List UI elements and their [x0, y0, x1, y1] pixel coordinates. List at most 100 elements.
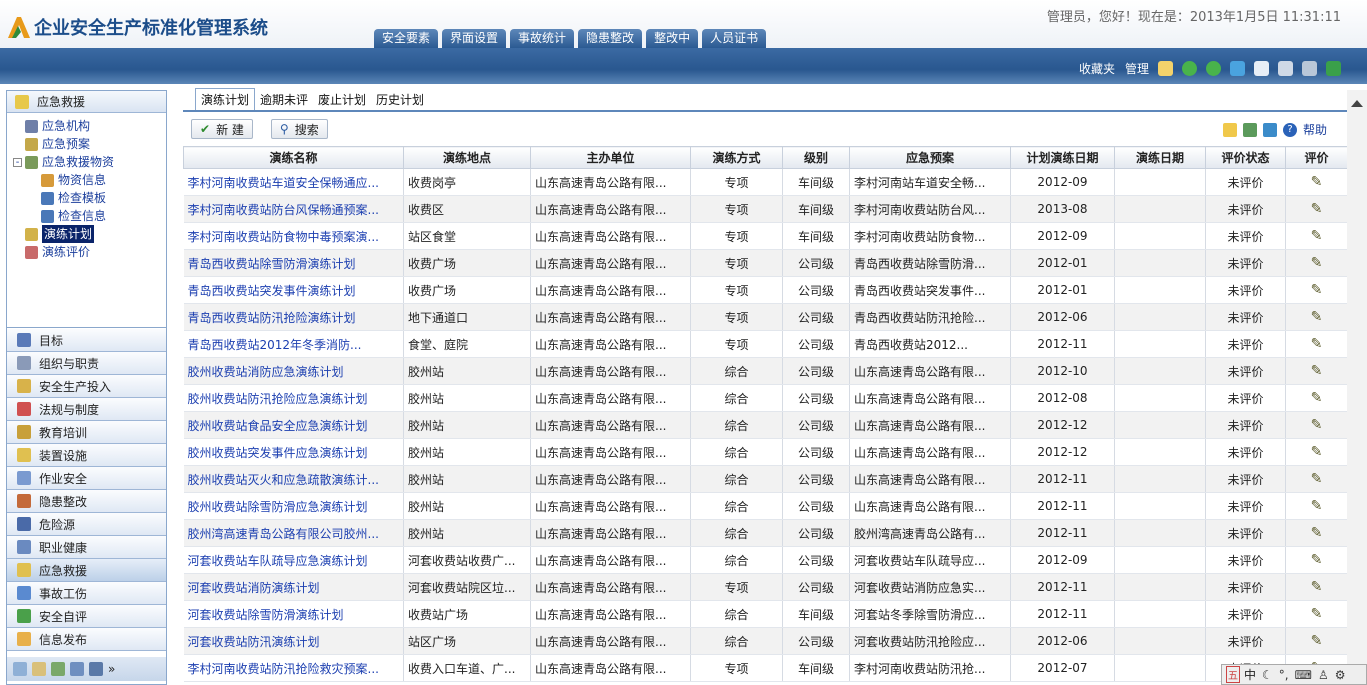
evaluate-icon[interactable]: ✎ [1311, 336, 1323, 352]
tree-item[interactable]: 检查信息 [7, 207, 166, 225]
evaluate-icon[interactable]: ✎ [1311, 174, 1323, 190]
favorites-link[interactable]: 收藏夹 [1079, 60, 1115, 77]
top-tab[interactable]: 安全要素 [374, 29, 439, 48]
more-icon[interactable]: » [108, 662, 115, 676]
column-header[interactable]: 演练名称 [183, 146, 404, 169]
tree-item[interactable]: 应急机构 [7, 117, 166, 135]
book-icon[interactable] [89, 662, 103, 676]
column-header[interactable]: 计划演练日期 [1010, 146, 1115, 169]
drill-name-link[interactable]: 胶州收费站灭火和应急疏散演练计... [183, 465, 404, 493]
evaluate-icon[interactable]: ✎ [1311, 255, 1323, 271]
tools-icon[interactable] [1302, 61, 1317, 76]
home-icon[interactable] [1158, 61, 1173, 76]
menu-item[interactable]: 组织与职责 [7, 352, 166, 375]
menu-item[interactable]: 职业健康 [7, 536, 166, 559]
drill-name-link[interactable]: 李村河南收费站车道安全保畅通应... [183, 168, 404, 196]
export-icon[interactable] [1242, 122, 1257, 137]
back-icon[interactable] [1182, 61, 1197, 76]
menu-item[interactable]: 应急救援 [7, 559, 166, 582]
drill-name-link[interactable]: 胶州收费站突发事件应急演练计划 [183, 438, 404, 466]
drill-name-link[interactable]: 胶州湾高速青岛公路有限公司胶州... [183, 519, 404, 547]
drill-name-link[interactable]: 河套收费站防汛演练计划 [183, 627, 404, 655]
top-tab[interactable]: 界面设置 [442, 29, 507, 48]
evaluate-icon[interactable]: ✎ [1311, 309, 1323, 325]
ime-punct-icon[interactable]: °, [1279, 668, 1289, 682]
menu-item[interactable]: 隐患整改 [7, 490, 166, 513]
menu-item[interactable]: 安全生产投入 [7, 375, 166, 398]
ime-toolbar[interactable]: 五 中 ☾ °, ⌨ ♙ ⚙ [1221, 664, 1367, 685]
menu-item[interactable]: 目标 [7, 329, 166, 352]
search-icon[interactable] [13, 662, 27, 676]
sub-tab[interactable]: 废止计划 [313, 90, 371, 110]
evaluate-icon[interactable]: ✎ [1311, 363, 1323, 379]
column-header[interactable]: 主办单位 [530, 146, 691, 169]
evaluate-icon[interactable]: ✎ [1311, 525, 1323, 541]
grid-icon[interactable] [51, 662, 65, 676]
menu-item[interactable]: 事故工伤 [7, 582, 166, 605]
column-header[interactable]: 评价状态 [1205, 146, 1286, 169]
menu-item[interactable]: 装置设施 [7, 444, 166, 467]
drill-name-link[interactable]: 李村河南收费站防食物中毒预案演... [183, 222, 404, 250]
ime-mode[interactable]: 中 [1244, 666, 1256, 683]
manage-link[interactable]: 管理 [1125, 60, 1149, 77]
drill-name-link[interactable]: 河套收费站消防演练计划 [183, 573, 404, 601]
menu-item[interactable]: 信息发布 [7, 628, 166, 651]
scroll-up-icon[interactable] [1351, 100, 1363, 107]
tree-item[interactable]: 演练评价 [7, 243, 166, 261]
drill-name-link[interactable]: 河套收费站除雪防滑演练计划 [183, 600, 404, 628]
column-header[interactable]: 应急预案 [849, 146, 1011, 169]
drill-name-link[interactable]: 胶州收费站食品安全应急演练计划 [183, 411, 404, 439]
evaluate-icon[interactable]: ✎ [1311, 228, 1323, 244]
image-icon[interactable] [1262, 122, 1277, 137]
sub-tab[interactable]: 历史计划 [371, 90, 429, 110]
evaluate-icon[interactable]: ✎ [1311, 633, 1323, 649]
drill-name-link[interactable]: 李村河南收费站防汛抢险救灾预案... [183, 654, 404, 682]
drill-name-link[interactable]: 胶州收费站消防应急演练计划 [183, 357, 404, 385]
user-icon[interactable] [1278, 61, 1293, 76]
folder-icon[interactable] [32, 662, 46, 676]
evaluate-icon[interactable]: ✎ [1311, 606, 1323, 622]
evaluate-icon[interactable]: ✎ [1311, 417, 1323, 433]
ime-user-icon[interactable]: ♙ [1318, 668, 1329, 682]
ime-moon-icon[interactable]: ☾ [1262, 668, 1273, 682]
ime-settings-icon[interactable]: ⚙ [1335, 668, 1346, 682]
refresh-icon[interactable] [1230, 61, 1245, 76]
column-header[interactable]: 演练方式 [690, 146, 783, 169]
top-tab[interactable]: 人员证书 [702, 29, 767, 48]
drill-name-link[interactable]: 青岛西收费站突发事件演练计划 [183, 276, 404, 304]
search-button[interactable]: ⚲ 搜索 [270, 119, 328, 139]
evaluate-icon[interactable]: ✎ [1311, 552, 1323, 568]
evaluate-icon[interactable]: ✎ [1311, 471, 1323, 487]
drill-name-link[interactable]: 青岛西收费站2012年冬季消防... [183, 330, 404, 358]
drill-name-link[interactable]: 胶州收费站除雪防滑应急演练计划 [183, 492, 404, 520]
folder-new-icon[interactable] [1222, 122, 1237, 137]
menu-item[interactable]: 危险源 [7, 513, 166, 536]
drill-name-link[interactable]: 青岛西收费站除雪防滑演练计划 [183, 249, 404, 277]
edit-icon[interactable] [1254, 61, 1269, 76]
menu-item[interactable]: 安全自评 [7, 605, 166, 628]
top-tab[interactable]: 事故统计 [510, 29, 575, 48]
tree-item[interactable]: - 应急救援物资 [7, 153, 166, 171]
collapse-icon[interactable]: - [13, 157, 22, 167]
column-header[interactable]: 演练日期 [1114, 146, 1206, 169]
tree-item[interactable]: 物资信息 [7, 171, 166, 189]
vertical-scrollbar[interactable] [1347, 90, 1367, 685]
drill-name-link[interactable]: 河套收费站车队疏导应急演练计划 [183, 546, 404, 574]
column-header[interactable]: 评价 [1285, 146, 1348, 169]
evaluate-icon[interactable]: ✎ [1311, 444, 1323, 460]
sub-tab[interactable]: 逾期未评 [255, 90, 313, 110]
menu-item[interactable]: 作业安全 [7, 467, 166, 490]
chart-icon[interactable] [70, 662, 84, 676]
top-tab[interactable]: 隐患整改 [578, 29, 643, 48]
evaluate-icon[interactable]: ✎ [1311, 579, 1323, 595]
exit-icon[interactable] [1326, 61, 1341, 76]
menu-item[interactable]: 教育培训 [7, 421, 166, 444]
new-button[interactable]: ✔ 新 建 [191, 119, 253, 139]
drill-name-link[interactable]: 胶州收费站防汛抢险应急演练计划 [183, 384, 404, 412]
tree-item[interactable]: 应急预案 [7, 135, 166, 153]
sub-tab[interactable]: 演练计划 [195, 88, 256, 110]
evaluate-icon[interactable]: ✎ [1311, 201, 1323, 217]
drill-name-link[interactable]: 李村河南收费站防台风保畅通预案... [183, 195, 404, 223]
evaluate-icon[interactable]: ✎ [1311, 498, 1323, 514]
menu-item[interactable]: 法规与制度 [7, 398, 166, 421]
